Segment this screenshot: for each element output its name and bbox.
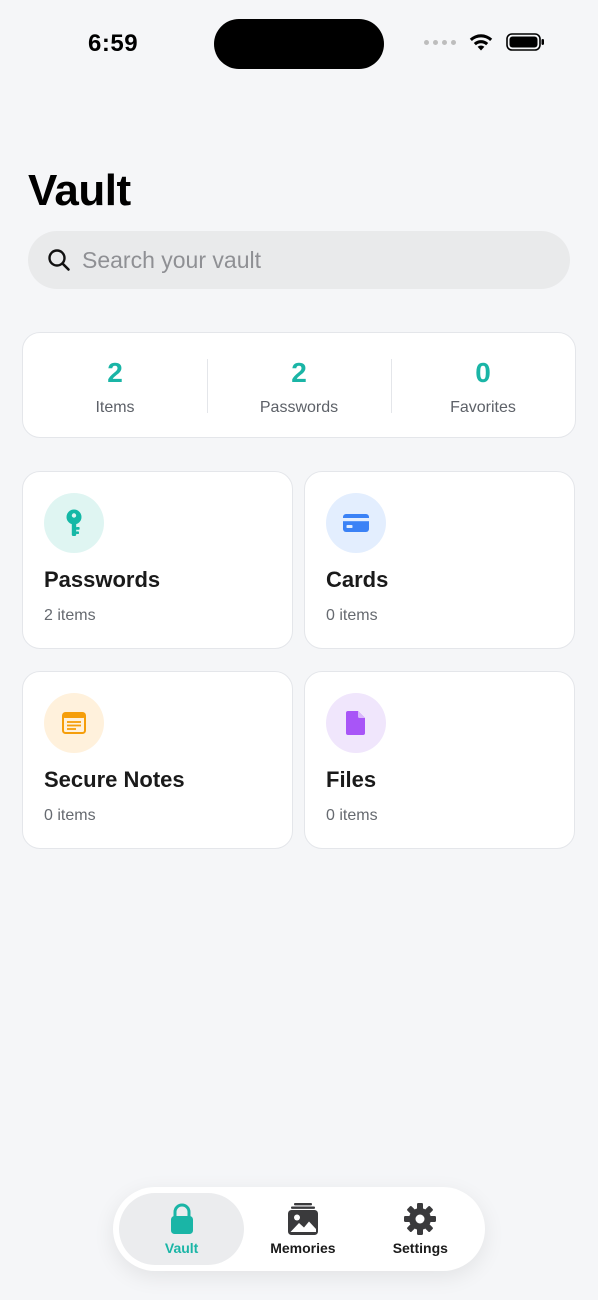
battery-icon — [506, 32, 546, 52]
status-time: 6:59 — [88, 30, 139, 57]
category-title: Passwords — [44, 567, 161, 592]
category-count: 0 items — [44, 807, 96, 824]
gear-icon — [403, 1202, 437, 1236]
tab-bar: Vault Memories Settings — [113, 1187, 485, 1271]
stat-passwords: 2 Passwords — [207, 333, 391, 437]
category-count: 0 items — [326, 607, 378, 624]
vault-screen: 6:59 Vault Search your vault 2 Items 2 P… — [0, 0, 598, 1300]
key-icon — [44, 493, 104, 553]
status-bar: 6:59 — [0, 0, 598, 90]
category-card-passwords[interactable]: Passwords 2 items — [22, 471, 293, 649]
tab-vault[interactable]: Vault — [119, 1193, 245, 1265]
dynamic-island — [214, 19, 384, 69]
search-bar[interactable] — [28, 231, 570, 289]
search-input[interactable] — [82, 246, 542, 274]
stat-value: 2 — [107, 357, 123, 388]
category-card-cards[interactable]: Cards 0 items — [304, 471, 575, 649]
tab-settings[interactable]: Settings — [362, 1193, 479, 1265]
category-card-secure-notes[interactable]: Secure Notes 0 items — [22, 671, 293, 849]
stat-label: Items — [95, 399, 135, 416]
stat-label: Favorites — [450, 399, 516, 416]
status-indicators — [424, 32, 546, 52]
stat-items: 2 Items — [23, 333, 207, 437]
photos-icon — [286, 1202, 320, 1236]
category-title: Files — [326, 767, 377, 792]
category-card-files[interactable]: Files 0 items — [304, 671, 575, 849]
file-icon — [326, 693, 386, 753]
tab-memories[interactable]: Memories — [244, 1193, 361, 1265]
category-count: 2 items — [44, 607, 96, 624]
lock-icon — [169, 1202, 195, 1236]
category-title: Secure Notes — [44, 767, 185, 792]
tab-label: Vault — [164, 1240, 199, 1256]
category-count: 0 items — [326, 807, 378, 824]
stats-card: 2 Items 2 Passwords 0 Favorites — [22, 332, 576, 438]
search-icon — [48, 249, 70, 271]
stat-value: 0 — [475, 357, 491, 388]
credit-card-icon — [326, 493, 386, 553]
stat-favorites: 0 Favorites — [391, 333, 575, 437]
wifi-icon — [468, 32, 494, 52]
category-title: Cards — [326, 567, 389, 592]
stat-label: Passwords — [259, 399, 339, 416]
cellular-signal-icon — [424, 39, 456, 45]
tab-label: Settings — [392, 1240, 448, 1256]
tab-label: Memories — [270, 1240, 336, 1256]
stat-value: 2 — [291, 357, 307, 388]
note-icon — [44, 693, 104, 753]
page-title: Vault — [28, 166, 131, 215]
